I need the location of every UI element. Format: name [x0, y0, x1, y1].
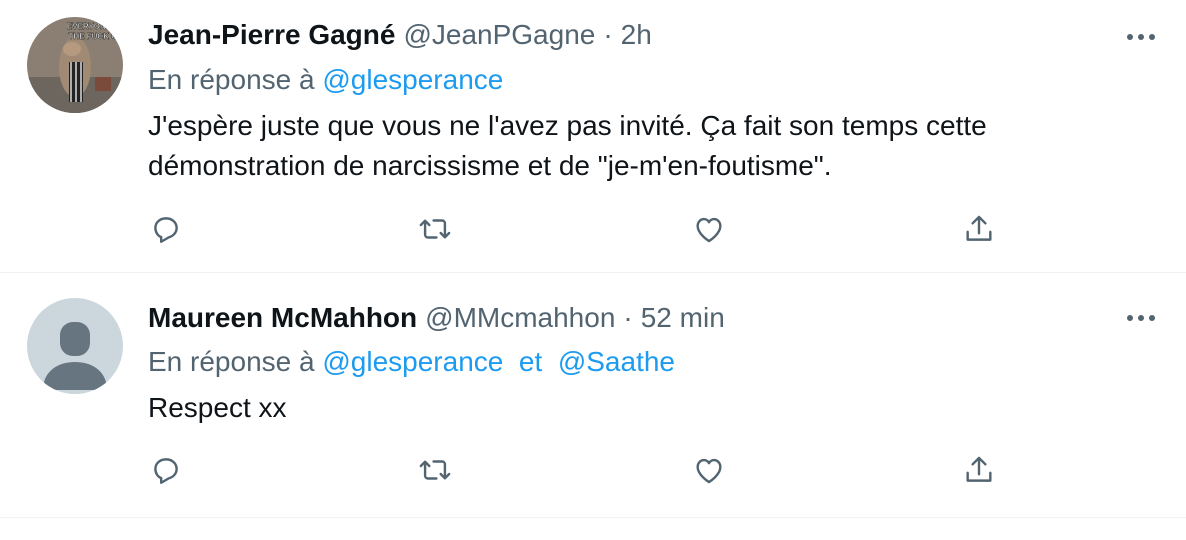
- like-button[interactable]: [689, 209, 729, 249]
- default-avatar-icon: [27, 298, 123, 394]
- reply-button[interactable]: [146, 209, 186, 249]
- avatar-meme-image: EVERYONE THE FUCK O: [27, 17, 123, 113]
- share-button[interactable]: [959, 450, 999, 490]
- share-icon: [966, 215, 992, 241]
- tweet-actions: [0, 450, 1186, 490]
- share-button[interactable]: [959, 209, 999, 249]
- replying-to: En réponse à @glesperance: [148, 61, 503, 99]
- tweet[interactable]: EVERYONE THE FUCK O Jean-Pierre Gagné @J…: [0, 0, 1186, 273]
- share-icon: [966, 456, 992, 482]
- like-icon: [696, 217, 722, 243]
- tweet-header: Jean-Pierre Gagné @JeanPGagne · 2h: [148, 16, 652, 54]
- separator-dot: ·: [623, 302, 633, 333]
- svg-text:THE FUCK O: THE FUCK O: [69, 32, 118, 41]
- tweet-header: Maureen McMahhon @MMcmahhon · 52 min: [148, 299, 725, 337]
- retweet-icon: [419, 219, 451, 239]
- more-options-button[interactable]: [1124, 27, 1158, 47]
- mention-link[interactable]: @Saathe: [558, 346, 675, 377]
- author-handle[interactable]: @JeanPGagne: [403, 16, 595, 54]
- svg-text:EVERYONE: EVERYONE: [67, 22, 112, 31]
- more-options-button[interactable]: [1124, 308, 1158, 328]
- author-handle[interactable]: @MMcmahhon: [425, 299, 615, 337]
- author-name[interactable]: Jean-Pierre Gagné: [148, 16, 395, 54]
- mention-link[interactable]: @glesperance: [322, 64, 503, 95]
- tweet-actions: [0, 209, 1186, 249]
- reply-prefix: En réponse à: [148, 64, 315, 95]
- tweet-text: J'espère juste que vous ne l'avez pas in…: [148, 110, 987, 181]
- reply-icon: [154, 217, 178, 243]
- reply-icon: [154, 458, 178, 484]
- retweet-icon: [419, 460, 451, 480]
- mention-joiner: et: [518, 346, 543, 377]
- mention-link[interactable]: @glesperance: [322, 346, 503, 377]
- tweet-text: Respect xx: [148, 392, 287, 423]
- more-icon: [1127, 34, 1155, 40]
- tweet[interactable]: Maureen McMahhon @MMcmahhon · 52 min En …: [0, 273, 1186, 518]
- timestamp[interactable]: 2h: [621, 16, 652, 54]
- separator-dot: ·: [603, 19, 613, 50]
- retweet-button[interactable]: [415, 450, 455, 490]
- avatar[interactable]: [27, 298, 123, 394]
- more-icon: [1127, 315, 1155, 321]
- like-icon: [696, 458, 722, 484]
- timestamp[interactable]: 52 min: [641, 299, 725, 337]
- retweet-button[interactable]: [415, 209, 455, 249]
- reply-button[interactable]: [146, 450, 186, 490]
- like-button[interactable]: [689, 450, 729, 490]
- author-name[interactable]: Maureen McMahhon: [148, 299, 417, 337]
- replying-to: En réponse à @glesperance et @Saathe: [148, 343, 675, 381]
- reply-prefix: En réponse à: [148, 346, 315, 377]
- avatar[interactable]: EVERYONE THE FUCK O: [27, 17, 123, 113]
